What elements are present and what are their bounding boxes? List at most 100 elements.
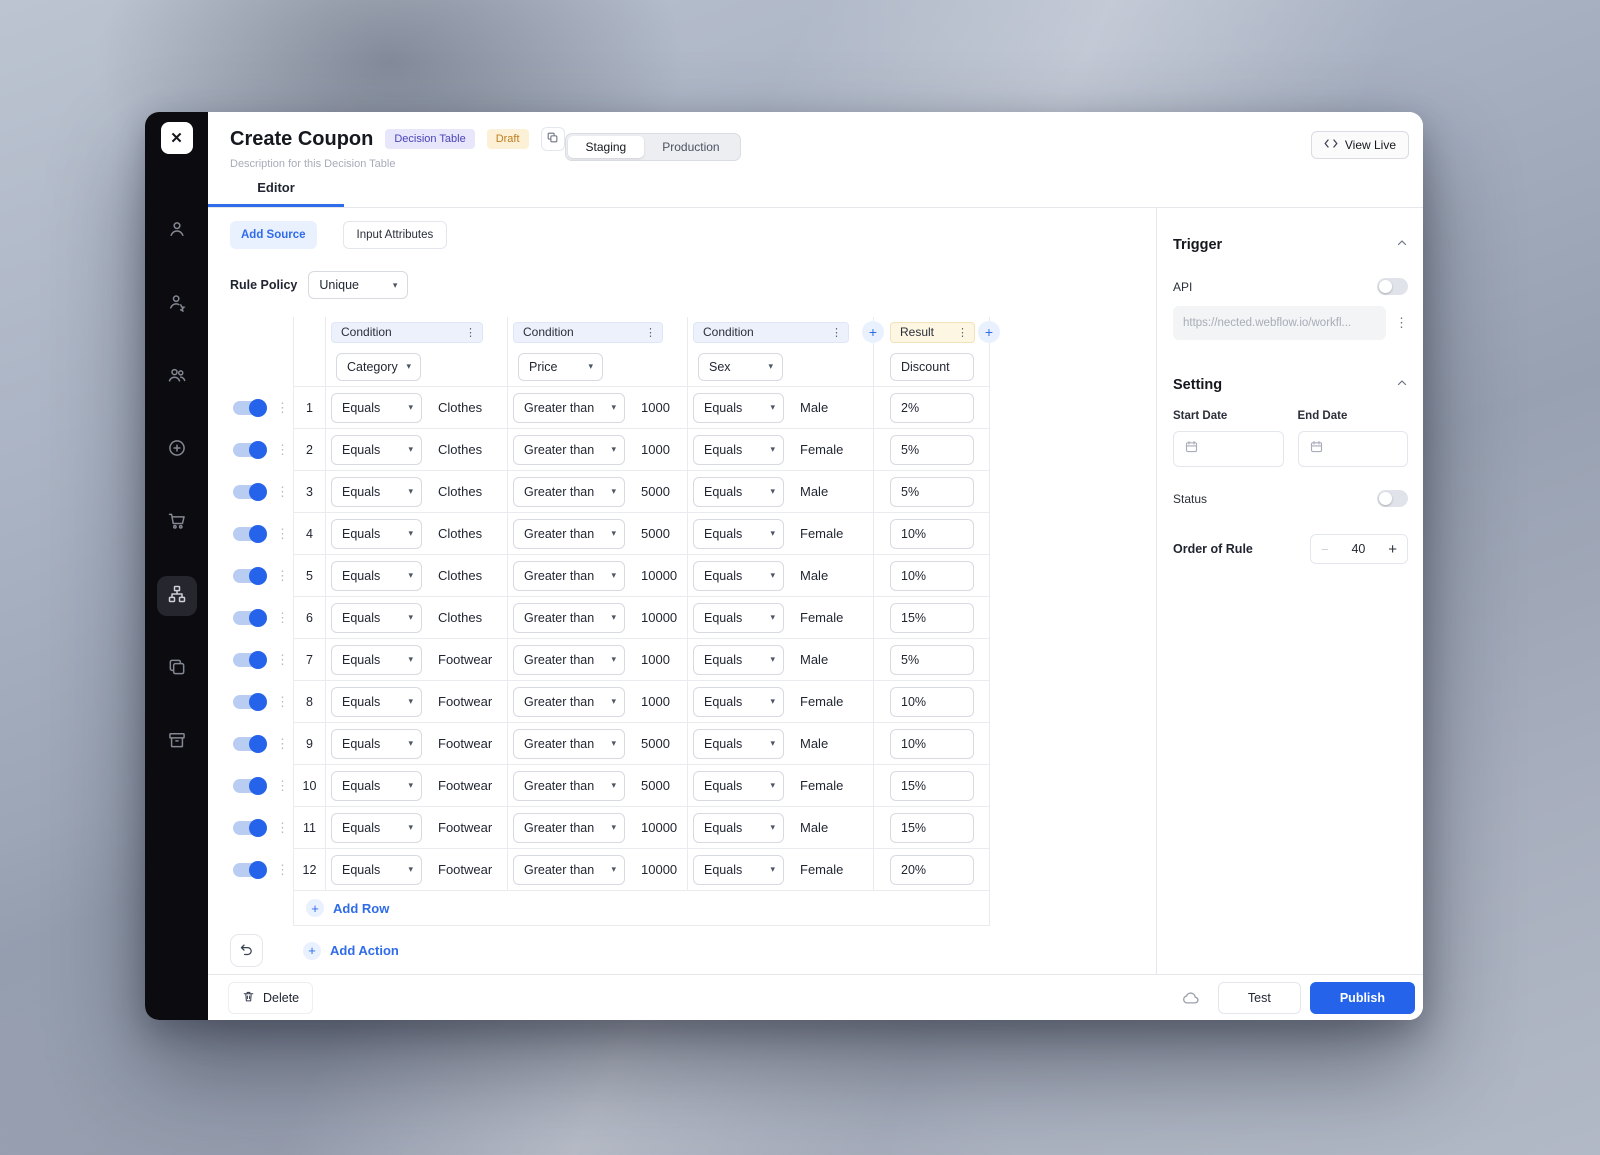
tab-editor[interactable]: Editor <box>208 180 344 207</box>
operator-select[interactable]: Greater than▾ <box>513 855 625 885</box>
result-field-discount[interactable]: Discount <box>890 353 974 381</box>
result-value-input[interactable]: 5% <box>890 645 974 675</box>
operator-select[interactable]: Greater than▾ <box>513 435 625 465</box>
operator-select[interactable]: Greater than▾ <box>513 729 625 759</box>
condition-value[interactable]: 5000 <box>641 484 670 499</box>
condition-value[interactable]: 1000 <box>641 400 670 415</box>
operator-select[interactable]: Equals▾ <box>693 561 784 591</box>
column-menu-icon[interactable]: ⋮ <box>465 326 476 339</box>
input-attributes-button[interactable]: Input Attributes <box>343 221 448 249</box>
production-tab[interactable]: Production <box>644 136 737 158</box>
collapse-trigger-button[interactable] <box>1396 236 1408 254</box>
drag-handle-icon[interactable]: ⋮ <box>276 526 289 542</box>
operator-select[interactable]: Greater than▾ <box>513 561 625 591</box>
operator-select[interactable]: Equals▾ <box>693 813 784 843</box>
operator-select[interactable]: Greater than▾ <box>513 645 625 675</box>
sidebar-item-templates[interactable] <box>157 649 197 689</box>
api-menu-icon[interactable]: ⋮ <box>1395 315 1408 331</box>
sidebar-item-team[interactable] <box>157 357 197 397</box>
operator-select[interactable]: Equals▾ <box>331 645 422 675</box>
operator-select[interactable]: Equals▾ <box>331 561 422 591</box>
operator-select[interactable]: Equals▾ <box>693 477 784 507</box>
row-enable-toggle[interactable] <box>233 779 266 793</box>
view-live-button[interactable]: View Live <box>1311 131 1409 159</box>
sidebar-item-create[interactable] <box>157 430 197 470</box>
add-condition-column-button[interactable]: + <box>862 321 884 343</box>
add-action-button[interactable]: + Add Action <box>303 942 399 960</box>
row-enable-toggle[interactable] <box>233 821 266 835</box>
condition-value[interactable]: Female <box>800 526 843 541</box>
field-select-price[interactable]: Price ▾ <box>518 353 603 381</box>
result-value-input[interactable]: 10% <box>890 729 974 759</box>
add-row-button[interactable]: + Add Row <box>293 891 990 926</box>
operator-select[interactable]: Equals▾ <box>693 435 784 465</box>
condition-value[interactable]: Clothes <box>438 400 482 415</box>
result-value-input[interactable]: 15% <box>890 813 974 843</box>
result-value-input[interactable]: 10% <box>890 519 974 549</box>
cloud-sync-icon[interactable] <box>1182 991 1200 1005</box>
condition-value[interactable]: 1000 <box>641 652 670 667</box>
operator-select[interactable]: Greater than▾ <box>513 813 625 843</box>
condition-value[interactable]: Female <box>800 778 843 793</box>
operator-select[interactable]: Equals▾ <box>693 729 784 759</box>
condition-value[interactable]: Footwear <box>438 820 492 835</box>
condition-value[interactable]: Footwear <box>438 862 492 877</box>
field-select-sex[interactable]: Sex ▾ <box>698 353 783 381</box>
drag-handle-icon[interactable]: ⋮ <box>276 568 289 584</box>
sidebar-item-profile[interactable] <box>157 211 197 251</box>
increment-button[interactable]: + <box>1388 541 1397 558</box>
operator-select[interactable]: Greater than▾ <box>513 771 625 801</box>
condition-value[interactable]: Clothes <box>438 484 482 499</box>
operator-select[interactable]: Equals▾ <box>331 729 422 759</box>
condition-value[interactable]: 1000 <box>641 694 670 709</box>
condition-value[interactable]: Clothes <box>438 526 482 541</box>
operator-select[interactable]: Equals▾ <box>331 687 422 717</box>
api-url-input[interactable] <box>1173 306 1386 340</box>
operator-select[interactable]: Greater than▾ <box>513 519 625 549</box>
result-value-input[interactable]: 5% <box>890 435 974 465</box>
close-button[interactable]: ✕ <box>161 122 193 154</box>
duplicate-button[interactable] <box>541 127 565 151</box>
staging-tab[interactable]: Staging <box>568 136 645 158</box>
operator-select[interactable]: Equals▾ <box>331 519 422 549</box>
condition-value[interactable]: 5000 <box>641 736 670 751</box>
result-value-input[interactable]: 10% <box>890 687 974 717</box>
add-result-column-button[interactable]: + <box>978 321 1000 343</box>
condition-value[interactable]: 5000 <box>641 778 670 793</box>
drag-handle-icon[interactable]: ⋮ <box>276 442 289 458</box>
row-enable-toggle[interactable] <box>233 401 266 415</box>
condition-value[interactable]: 1000 <box>641 442 670 457</box>
collapse-setting-button[interactable] <box>1396 376 1408 394</box>
rule-policy-select[interactable]: Unique ▾ <box>308 271 408 299</box>
operator-select[interactable]: Equals▾ <box>331 393 422 423</box>
start-date-input[interactable] <box>1173 431 1284 467</box>
condition-value[interactable]: 10000 <box>641 610 677 625</box>
drag-handle-icon[interactable]: ⋮ <box>276 820 289 836</box>
decrement-button[interactable]: − <box>1321 542 1329 557</box>
column-menu-icon[interactable]: ⋮ <box>957 326 968 339</box>
condition-value[interactable]: Female <box>800 694 843 709</box>
publish-button[interactable]: Publish <box>1310 982 1415 1014</box>
condition-value[interactable]: Clothes <box>438 568 482 583</box>
operator-select[interactable]: Equals▾ <box>693 687 784 717</box>
result-value-input[interactable]: 15% <box>890 771 974 801</box>
row-enable-toggle[interactable] <box>233 695 266 709</box>
condition-value[interactable]: Female <box>800 862 843 877</box>
condition-value[interactable]: Footwear <box>438 652 492 667</box>
condition-value[interactable]: Male <box>800 484 828 499</box>
undo-button[interactable] <box>230 934 263 967</box>
result-value-input[interactable]: 2% <box>890 393 974 423</box>
operator-select[interactable]: Greater than▾ <box>513 603 625 633</box>
operator-select[interactable]: Equals▾ <box>693 393 784 423</box>
drag-handle-icon[interactable]: ⋮ <box>276 484 289 500</box>
column-menu-icon[interactable]: ⋮ <box>831 326 842 339</box>
row-enable-toggle[interactable] <box>233 737 266 751</box>
result-value-input[interactable]: 20% <box>890 855 974 885</box>
row-enable-toggle[interactable] <box>233 485 266 499</box>
condition-value[interactable]: Male <box>800 736 828 751</box>
drag-handle-icon[interactable]: ⋮ <box>276 694 289 710</box>
field-select-category[interactable]: Category ▾ <box>336 353 421 381</box>
condition-value[interactable]: Footwear <box>438 778 492 793</box>
operator-select[interactable]: Equals▾ <box>693 645 784 675</box>
operator-select[interactable]: Equals▾ <box>693 855 784 885</box>
